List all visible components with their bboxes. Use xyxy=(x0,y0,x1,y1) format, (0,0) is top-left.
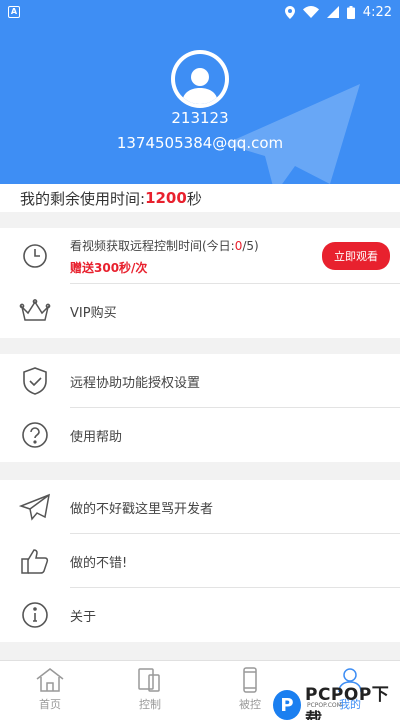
watermark-logo: P PCPOP下载 PCPOP.COM xyxy=(273,680,400,720)
watch-now-button[interactable]: 立即观看 xyxy=(322,242,390,270)
clock-icon xyxy=(23,244,47,268)
home-icon xyxy=(36,668,64,692)
help-item[interactable]: 使用帮助 xyxy=(0,408,400,462)
tab-home[interactable]: 首页 xyxy=(0,661,100,720)
like-item[interactable]: 做的不错! xyxy=(0,534,400,588)
question-icon xyxy=(22,422,48,448)
help-label: 使用帮助 xyxy=(70,429,123,445)
paper-plane-icon xyxy=(19,493,50,521)
tab-control[interactable]: 控制 xyxy=(100,661,200,720)
like-label: 做的不错! xyxy=(70,555,128,571)
watermark-badge-icon: P xyxy=(273,690,301,720)
avatar[interactable] xyxy=(171,50,229,108)
shield-check-icon xyxy=(23,367,47,395)
auth-settings-label: 远程协助功能授权设置 xyxy=(70,375,201,391)
watch-video-title: 看视频获取远程控制时间(今日:0/5) xyxy=(70,238,259,253)
location-icon xyxy=(284,5,295,19)
user-email: 1374505384@qq.com xyxy=(116,134,284,152)
section-rewards: 看视频获取远程控制时间(今日:0/5) 赠送300秒/次 立即观看 VIP购买 xyxy=(0,228,400,338)
signal-icon xyxy=(326,6,339,18)
auth-settings-item[interactable]: 远程协助功能授权设置 xyxy=(0,354,400,408)
tab-controlled-label: 被控 xyxy=(239,698,261,711)
phone-icon xyxy=(243,667,257,693)
tab-home-label: 首页 xyxy=(39,698,61,711)
app-notification-icon: A xyxy=(8,6,20,18)
wifi-icon xyxy=(302,6,319,18)
section-feedback: 做的不好戳这里骂开发者 做的不错! 关于 xyxy=(0,480,400,642)
devices-icon xyxy=(138,668,160,692)
profile-header: 213123 1374505384@qq.com xyxy=(0,24,400,184)
remaining-time-unit: 秒 xyxy=(186,189,202,208)
remaining-time-bar: 我的剩余使用时间: 1200 秒 xyxy=(0,184,400,212)
crown-icon xyxy=(19,299,51,321)
remaining-time-value: 1200 xyxy=(145,189,187,207)
username: 213123 xyxy=(171,109,229,127)
watch-video-reward: 赠送300秒/次 xyxy=(70,260,148,275)
thumbs-up-icon xyxy=(21,549,49,574)
complain-label: 做的不好戳这里骂开发者 xyxy=(70,501,214,517)
complain-item[interactable]: 做的不好戳这里骂开发者 xyxy=(0,480,400,534)
clock-time: 4:22 xyxy=(362,4,392,20)
remaining-time-label: 我的剩余使用时间: xyxy=(20,189,146,208)
tab-control-label: 控制 xyxy=(139,698,161,711)
user-avatar-icon xyxy=(182,68,218,104)
vip-purchase-label: VIP购买 xyxy=(70,305,117,321)
watermark-subtext: PCPOP.COM xyxy=(307,702,342,709)
about-label: 关于 xyxy=(70,609,97,625)
watermark-text: PCPOP下载 xyxy=(305,685,390,720)
battery-icon xyxy=(346,5,355,19)
status-bar: A 4:22 xyxy=(0,0,400,24)
watch-video-item[interactable]: 看视频获取远程控制时间(今日:0/5) 赠送300秒/次 立即观看 xyxy=(0,228,400,284)
section-settings: 远程协助功能授权设置 使用帮助 xyxy=(0,354,400,462)
about-item[interactable]: 关于 xyxy=(0,588,400,642)
info-icon xyxy=(22,602,48,628)
vip-purchase-item[interactable]: VIP购买 xyxy=(0,284,400,338)
